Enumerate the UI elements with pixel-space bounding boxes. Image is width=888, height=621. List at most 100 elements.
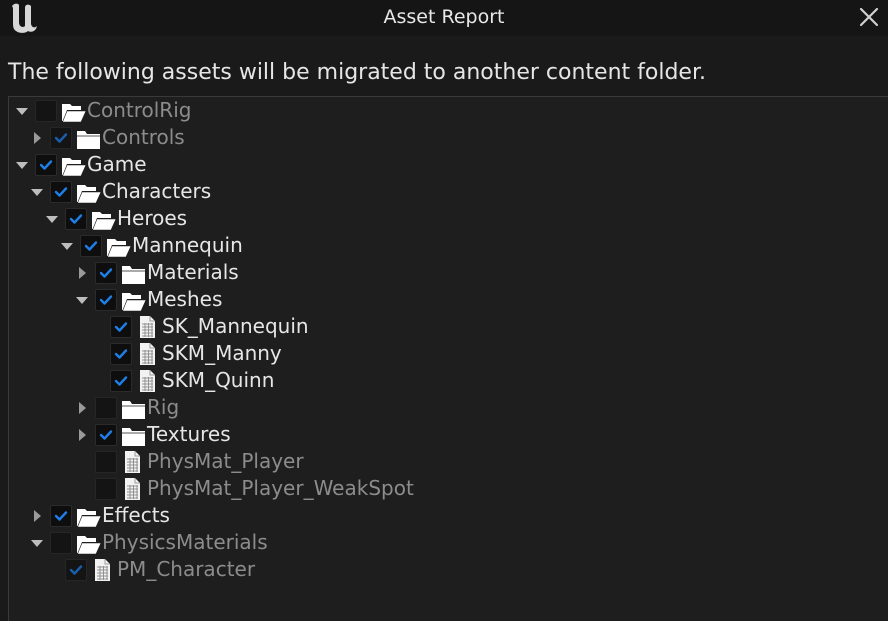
expand-arrow-down-icon[interactable] [45,205,59,232]
checkbox[interactable] [80,234,102,257]
tree-row[interactable]: Mannequin [60,232,243,259]
folder-open-icon [76,531,102,555]
tree-row[interactable]: Game [15,151,147,178]
asset-file-icon [136,315,162,339]
tree-row[interactable]: Effects [30,502,170,529]
tree-row[interactable]: Rig [75,394,179,421]
check-icon [54,186,68,197]
checkbox[interactable] [95,477,117,500]
tree-item-label: Meshes [147,287,223,311]
expander-spacer [90,313,104,340]
folder-closed-icon [121,396,147,420]
folder-closed-icon [76,126,102,150]
checkbox[interactable] [35,99,57,122]
expand-arrow-down-icon[interactable] [30,529,44,556]
expand-arrow-down-icon[interactable] [15,151,29,178]
tree-item-label: PhysMat_Player_WeakSpot [147,476,414,500]
checkbox[interactable] [95,450,117,473]
asset-file-icon [121,450,147,474]
tree-item-label: SK_Mannequin [162,314,309,338]
check-icon [84,240,98,251]
expander-spacer [90,340,104,367]
tree-item-label: Rig [147,395,180,419]
check-icon [99,294,113,305]
tree-item-label: SKM_Quinn [162,368,275,392]
tree-row[interactable]: SK_Mannequin [90,313,309,340]
checkbox[interactable] [110,369,132,392]
tree-item-label: Mannequin [132,233,243,257]
checkbox[interactable] [50,180,72,203]
expand-arrow-right-icon[interactable] [75,394,89,421]
folder-open-icon [76,180,102,204]
expand-arrow-right-icon[interactable] [75,421,89,448]
tree-item-label: Materials [147,260,239,284]
folder-open-icon [61,99,87,123]
checkbox[interactable] [50,531,72,554]
expander-spacer [90,367,104,394]
tree-row[interactable]: SKM_Manny [90,340,282,367]
folder-open-icon [106,234,132,258]
folder-open-icon [61,153,87,177]
tree-row[interactable]: Heroes [45,205,187,232]
checkbox[interactable] [50,504,72,527]
expander-spacer [45,556,59,583]
expand-arrow-down-icon[interactable] [15,97,29,124]
expand-arrow-down-icon[interactable] [75,286,89,313]
checkbox[interactable] [110,342,132,365]
check-icon [54,132,68,143]
tree-item-label: Effects [102,503,170,527]
tree-item-label: PM_Character [117,557,256,581]
check-icon [114,321,128,332]
tree-item-label: ControlRig [87,98,192,122]
expander-spacer [75,475,89,502]
expand-arrow-down-icon[interactable] [30,178,44,205]
tree-row[interactable]: Meshes [75,286,222,313]
tree-row[interactable]: PM_Character [45,556,255,583]
tree-item-label: PhysicsMaterials [102,530,268,554]
checkbox[interactable] [110,315,132,338]
check-icon [99,429,113,440]
folder-open-icon [121,288,147,312]
tree-item-label: Controls [102,125,185,149]
asset-file-icon [136,342,162,366]
expand-arrow-right-icon[interactable] [75,259,89,286]
asset-file-icon [121,477,147,501]
tree-item-label: Heroes [117,206,188,230]
expand-arrow-right-icon[interactable] [30,502,44,529]
tree-row[interactable]: PhysMat_Player [75,448,304,475]
tree-row[interactable]: SKM_Quinn [90,367,274,394]
asset-file-icon [91,558,117,582]
check-icon [69,213,83,224]
asset-tree[interactable]: ControlRig Controls Game Characters Heroes Ma… [8,96,888,621]
tree-item-label: PhysMat_Player [147,449,304,473]
expand-arrow-down-icon[interactable] [60,232,74,259]
close-icon[interactable] [858,6,880,28]
window-title: Asset Report [383,6,505,28]
check-icon [99,267,113,278]
checkbox[interactable] [95,261,117,284]
tree-row[interactable]: Controls [30,124,185,151]
tree-row[interactable]: PhysicsMaterials [30,529,268,556]
checkbox[interactable] [95,288,117,311]
checkbox[interactable] [95,396,117,419]
tree-row[interactable]: PhysMat_Player_WeakSpot [75,475,414,502]
checkbox[interactable] [50,126,72,149]
tree-row[interactable]: Materials [75,259,239,286]
tree-item-label: Game [87,152,147,176]
check-icon [69,564,83,575]
migration-message: The following assets will be migrated to… [8,60,706,85]
check-icon [39,159,53,170]
folder-open-icon [91,207,117,231]
tree-item-label: SKM_Manny [162,341,282,365]
checkbox[interactable] [65,558,87,581]
tree-row[interactable]: Textures [75,421,231,448]
folder-open-icon [76,504,102,528]
checkbox[interactable] [35,153,57,176]
folder-closed-icon [121,261,147,285]
check-icon [114,348,128,359]
checkbox[interactable] [65,207,87,230]
tree-row[interactable]: ControlRig [15,97,191,124]
checkbox[interactable] [95,423,117,446]
expand-arrow-right-icon[interactable] [30,124,44,151]
tree-row[interactable]: Characters [30,178,211,205]
